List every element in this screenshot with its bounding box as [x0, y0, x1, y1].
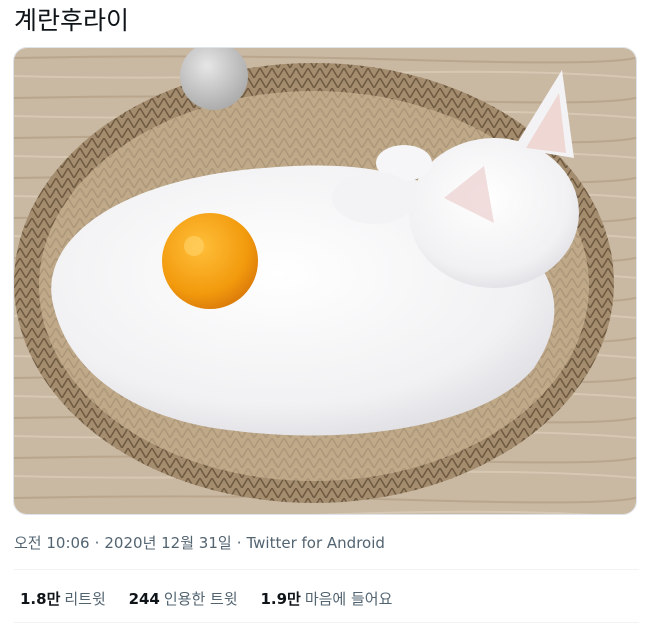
likes-stat[interactable]: 1.9만 마음에 들어요 — [260, 588, 392, 610]
divider — [14, 569, 639, 570]
quote-tweets-count: 244 — [128, 590, 160, 608]
tweet-photo[interactable] — [13, 47, 637, 515]
tweet-text: 계란후라이 — [14, 6, 130, 35]
tweet-date[interactable]: 2020년 12월 31일 — [104, 534, 231, 552]
separator: · — [94, 534, 100, 552]
retweets-stat[interactable]: 1.8만 리트윗 — [20, 588, 106, 610]
divider — [14, 622, 639, 623]
likes-label: 마음에 들어요 — [304, 590, 393, 608]
tweet-metadata: 오전 10:06 · 2020년 12월 31일 · Twitter for Andro… — [14, 532, 385, 554]
likes-count: 1.9만 — [260, 590, 301, 608]
retweets-label: 리트윗 — [64, 590, 106, 608]
separator: · — [236, 534, 242, 552]
quote-tweets-stat[interactable]: 244 인용한 트윗 — [129, 588, 238, 610]
cat-photo-illustration — [14, 48, 636, 514]
tweet-source[interactable]: Twitter for Android — [246, 534, 384, 552]
engagement-stats: 1.8만 리트윗 244 인용한 트윗 1.9만 마음에 들어요 — [20, 588, 410, 610]
tweet-time[interactable]: 오전 10:06 — [14, 534, 90, 552]
retweets-count: 1.8만 — [20, 590, 61, 608]
quote-tweets-label: 인용한 트윗 — [163, 590, 238, 608]
